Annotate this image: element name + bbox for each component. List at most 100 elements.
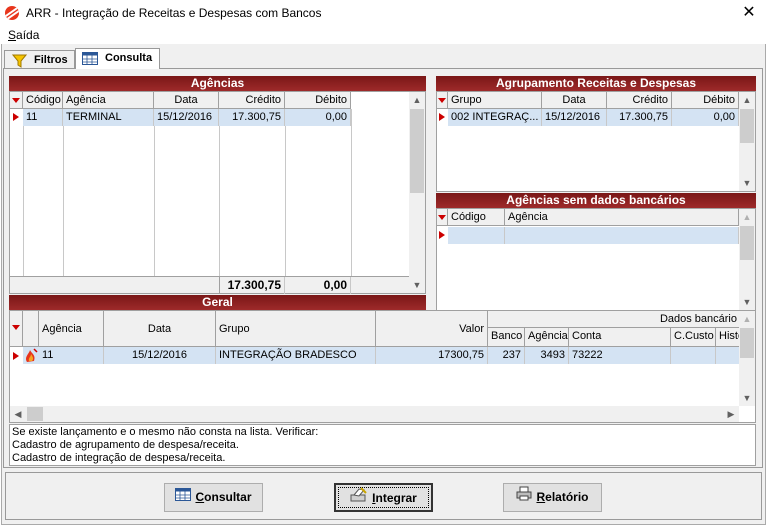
col-agencia-bancaria[interactable]: Agência [525, 328, 569, 347]
total-credito: 17.300,75 [219, 277, 285, 294]
geral-header: Geral [9, 295, 426, 310]
cell-grupo: 002 INTEGRAÇ... [448, 109, 542, 126]
cell-credito: 17.300,75 [607, 109, 672, 126]
printer-icon [516, 484, 532, 511]
cell-codigo: 11 [23, 109, 63, 126]
cell-conta: 73222 [569, 347, 671, 364]
cell-debito: 0,00 [285, 109, 351, 126]
tab-consulta[interactable]: Consulta [75, 48, 160, 69]
scroll-down-icon[interactable]: ▼ [739, 390, 755, 406]
cell-historico [716, 347, 741, 364]
col-valor[interactable]: Valor [376, 311, 488, 347]
col-data[interactable]: Data [542, 92, 607, 109]
row-indicator [13, 113, 19, 121]
window-title: ARR - Integração de Receitas e Despesas … [26, 6, 322, 20]
scroll-right-icon[interactable]: ▶ [723, 406, 739, 422]
agencias-scrollbar[interactable]: ▲ ▼ [409, 92, 425, 293]
col-debito[interactable]: Débito [672, 92, 739, 109]
col-data[interactable]: Data [154, 92, 219, 109]
col-debito[interactable]: Débito [285, 92, 351, 109]
col-agencia[interactable]: Agência [505, 209, 739, 226]
agrupamento-header: Agrupamento Receitas e Despesas [436, 76, 756, 91]
cell-credito: 17.300,75 [219, 109, 285, 126]
sem-dados-header: Agências sem dados bancários [436, 193, 756, 208]
scroll-thumb[interactable] [27, 407, 43, 421]
menu-item-saida[interactable]: Saída [8, 28, 39, 42]
indicator-header [437, 209, 448, 226]
scroll-down-icon[interactable]: ▼ [409, 277, 425, 293]
scroll-down-icon[interactable]: ▼ [739, 294, 755, 310]
col-codigo[interactable]: Código [448, 209, 505, 226]
info-message: Se existe lançamento e o mesmo não const… [9, 424, 756, 466]
app-icon [5, 6, 19, 20]
agrupamento-grid[interactable]: Grupo Data Crédito Débito 002 INTEGRAÇ..… [436, 91, 756, 192]
col-grupo[interactable]: Grupo [216, 311, 376, 347]
tab-filtros[interactable]: Filtros [4, 50, 75, 69]
scroll-thumb[interactable] [740, 328, 754, 358]
table-icon [175, 484, 192, 511]
scroll-thumb[interactable] [410, 109, 424, 193]
menu-bar [0, 26, 767, 44]
col-ccusto[interactable]: C.Custo [671, 328, 716, 347]
table-icon [82, 52, 98, 72]
cell-data: 15/12/2016 [542, 109, 607, 126]
agrupamento-scrollbar[interactable]: ▲ ▼ [739, 92, 755, 191]
col-codigo[interactable]: Código [23, 92, 63, 109]
relatorio-button[interactable]: Relatório [503, 483, 602, 512]
cell-grupo: INTEGRAÇÃO BRADESCO [216, 347, 376, 364]
cell-debito: 0,00 [672, 109, 739, 126]
integrate-icon [350, 485, 368, 512]
indicator-header [10, 92, 23, 109]
scroll-down-icon[interactable]: ▼ [739, 175, 755, 191]
agencias-header: Agências [9, 76, 426, 91]
col-historico[interactable]: Históri [716, 328, 741, 347]
integration-status-icon [23, 347, 39, 364]
sem-dados-scrollbar[interactable]: ▲ ▼ [739, 209, 755, 310]
message-line: Se existe lançamento e o mesmo não const… [12, 426, 319, 438]
cell-data: 15/12/2016 [104, 347, 216, 364]
cell-ccusto [671, 347, 716, 364]
cell-agencia: TERMINAL [63, 109, 154, 126]
col-agencia[interactable]: Agência [39, 311, 104, 347]
close-icon[interactable]: ✕ [736, 2, 762, 24]
tab-filtros-label: Filtros [34, 54, 68, 66]
col-data[interactable]: Data [104, 311, 216, 347]
col-credito[interactable]: Crédito [219, 92, 285, 109]
col-credito[interactable]: Crédito [607, 92, 672, 109]
agencias-grid[interactable]: Código Agência Data Crédito Débito 11 TE… [9, 91, 426, 294]
tab-consulta-label: Consulta [105, 52, 153, 64]
row-indicator [13, 352, 19, 360]
indicator-header [10, 311, 23, 347]
sem-dados-grid[interactable]: Código Agência ▲ ▼ [436, 208, 756, 311]
scroll-up-icon[interactable]: ▲ [409, 92, 425, 108]
geral-hscrollbar[interactable]: ◀ ▶ [10, 406, 739, 422]
icon-column-header [23, 311, 39, 347]
indicator-header [437, 92, 448, 109]
cell-banco: 237 [488, 347, 525, 364]
cell-codigo [448, 227, 505, 244]
cell-data: 15/12/2016 [154, 109, 219, 126]
scroll-up-icon[interactable]: ▲ [739, 92, 755, 108]
col-agencia[interactable]: Agência [63, 92, 154, 109]
col-conta[interactable]: Conta [569, 328, 671, 347]
scroll-thumb[interactable] [740, 226, 754, 260]
cell-agencia [505, 227, 739, 244]
scroll-up-icon[interactable]: ▲ [739, 311, 755, 327]
scroll-thumb[interactable] [740, 109, 754, 143]
integrar-button[interactable]: Integrar [334, 483, 433, 512]
col-grupo[interactable]: Grupo [448, 92, 542, 109]
row-indicator [439, 231, 445, 239]
col-banco[interactable]: Banco [488, 328, 525, 347]
dados-bancarios-header: Dados bancário [488, 311, 741, 328]
geral-grid[interactable]: Agência Data Grupo Valor Dados bancário … [9, 310, 756, 423]
message-line: Cadastro de integração de despesa/receit… [12, 452, 226, 464]
consultar-button[interactable]: Consultar [164, 483, 263, 512]
total-debito: 0,00 [285, 277, 351, 294]
cell-agencia-bancaria: 3493 [525, 347, 569, 364]
row-indicator [439, 113, 445, 121]
cell-valor: 17300,75 [376, 347, 488, 364]
cell-agencia: 11 [39, 347, 104, 364]
scroll-up-icon[interactable]: ▲ [739, 209, 755, 225]
geral-vscrollbar[interactable]: ▲ ▼ [739, 311, 755, 406]
scroll-left-icon[interactable]: ◀ [10, 406, 26, 422]
